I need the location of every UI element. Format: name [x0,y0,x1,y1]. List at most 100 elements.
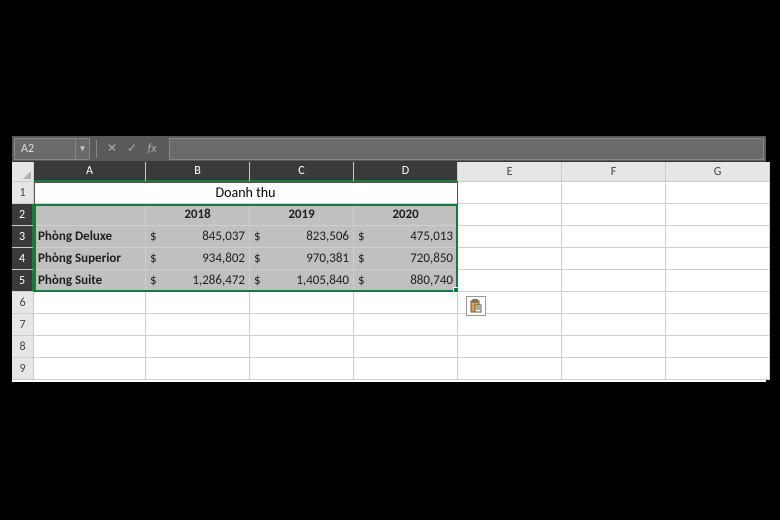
cell-value[interactable]: $880,740 [354,270,458,292]
cell[interactable] [562,314,666,336]
cell-value[interactable]: $1,286,472 [146,270,250,292]
value: 1,405,840 [268,273,349,288]
currency-symbol: $ [150,251,164,266]
cell[interactable] [458,358,562,380]
cell[interactable] [562,182,666,204]
cell[interactable] [458,314,562,336]
select-all-corner[interactable] [12,162,34,182]
cell-year[interactable]: 2018 [146,204,250,226]
paste-options-icon[interactable] [466,296,486,316]
formula-input[interactable] [169,138,764,160]
cell-rowlabel[interactable]: Phòng Deluxe [34,226,146,248]
cell[interactable] [250,336,354,358]
cells-area[interactable]: Doanh thu 2018 2019 2020 Phòng Deluxe $8… [34,182,770,380]
fx-icon[interactable]: fx [145,142,159,156]
value: 880,740 [372,273,453,288]
col-header-D[interactable]: D [354,162,458,182]
row-header-5[interactable]: 5 [12,270,34,292]
currency-symbol: $ [254,273,268,288]
col-header-B[interactable]: B [146,162,250,182]
cell[interactable] [666,270,770,292]
cell[interactable] [354,292,458,314]
value: 475,013 [372,229,453,244]
cell[interactable] [666,182,770,204]
cell[interactable] [146,292,250,314]
col-header-G[interactable]: G [666,162,770,182]
cell[interactable] [458,270,562,292]
currency-symbol: $ [150,273,164,288]
value: 720,850 [372,251,453,266]
row-header-2[interactable]: 2 [12,204,34,226]
col-header-E[interactable]: E [458,162,562,182]
cell[interactable] [146,336,250,358]
cell-title[interactable]: Doanh thu [34,182,458,204]
cell-value[interactable]: $845,037 [146,226,250,248]
cell[interactable] [458,336,562,358]
row-header-8[interactable]: 8 [12,336,34,358]
cell-value[interactable]: $970,381 [250,248,354,270]
cell[interactable] [666,336,770,358]
cell[interactable] [562,248,666,270]
cell[interactable] [354,358,458,380]
cell-rowlabel[interactable]: Phòng Suite [34,270,146,292]
cell[interactable] [666,204,770,226]
cell-rowlabel[interactable]: Phòng Superior [34,248,146,270]
value: 845,037 [164,229,245,244]
cell[interactable] [146,314,250,336]
cell-year[interactable]: 2019 [250,204,354,226]
cell[interactable] [562,226,666,248]
col-header-C[interactable]: C [250,162,354,182]
cell-value[interactable]: $720,850 [354,248,458,270]
cell[interactable] [354,314,458,336]
cell-year[interactable]: 2020 [354,204,458,226]
cell[interactable] [458,204,562,226]
cell[interactable] [666,226,770,248]
cell[interactable] [562,292,666,314]
name-box-value: A2 [15,142,75,156]
grid[interactable]: A B C D E F G 1 2 3 4 5 6 7 8 9 Doanh th… [12,162,766,382]
cancel-icon[interactable]: ✕ [105,141,119,156]
row-header-6[interactable]: 6 [12,292,34,314]
col-header-F[interactable]: F [562,162,666,182]
cell[interactable] [458,226,562,248]
cell[interactable] [34,204,146,226]
cell-value[interactable]: $934,802 [146,248,250,270]
row-header-1[interactable]: 1 [12,182,34,204]
check-icon[interactable]: ✓ [125,141,139,156]
cell[interactable] [666,358,770,380]
value: 970,381 [268,251,349,266]
cell[interactable] [562,204,666,226]
cell[interactable] [250,358,354,380]
cell[interactable] [250,314,354,336]
formula-bar-buttons: ✕ ✓ fx [99,141,165,156]
row-header-3[interactable]: 3 [12,226,34,248]
cell-value[interactable]: $1,405,840 [250,270,354,292]
cell[interactable] [458,182,562,204]
currency-symbol: $ [254,251,268,266]
column-headers: A B C D E F G [34,162,770,182]
row-header-9[interactable]: 9 [12,358,34,380]
col-header-A[interactable]: A [34,162,146,182]
cell[interactable] [250,292,354,314]
cell[interactable] [666,314,770,336]
cell[interactable] [34,336,146,358]
chevron-down-icon[interactable]: ▼ [75,139,89,159]
cell[interactable] [354,336,458,358]
cell-value[interactable]: $475,013 [354,226,458,248]
row-header-7[interactable]: 7 [12,314,34,336]
cell-value[interactable]: $823,506 [250,226,354,248]
cell[interactable] [146,358,250,380]
cell[interactable] [666,248,770,270]
value: 1,286,472 [164,273,245,288]
cell[interactable] [34,292,146,314]
cell[interactable] [562,358,666,380]
cell[interactable] [458,248,562,270]
row-header-4[interactable]: 4 [12,248,34,270]
name-box[interactable]: A2 ▼ [14,138,90,160]
cell[interactable] [562,270,666,292]
cell[interactable] [562,336,666,358]
currency-symbol: $ [358,229,372,244]
cell[interactable] [34,358,146,380]
cell[interactable] [666,292,770,314]
cell[interactable] [34,314,146,336]
